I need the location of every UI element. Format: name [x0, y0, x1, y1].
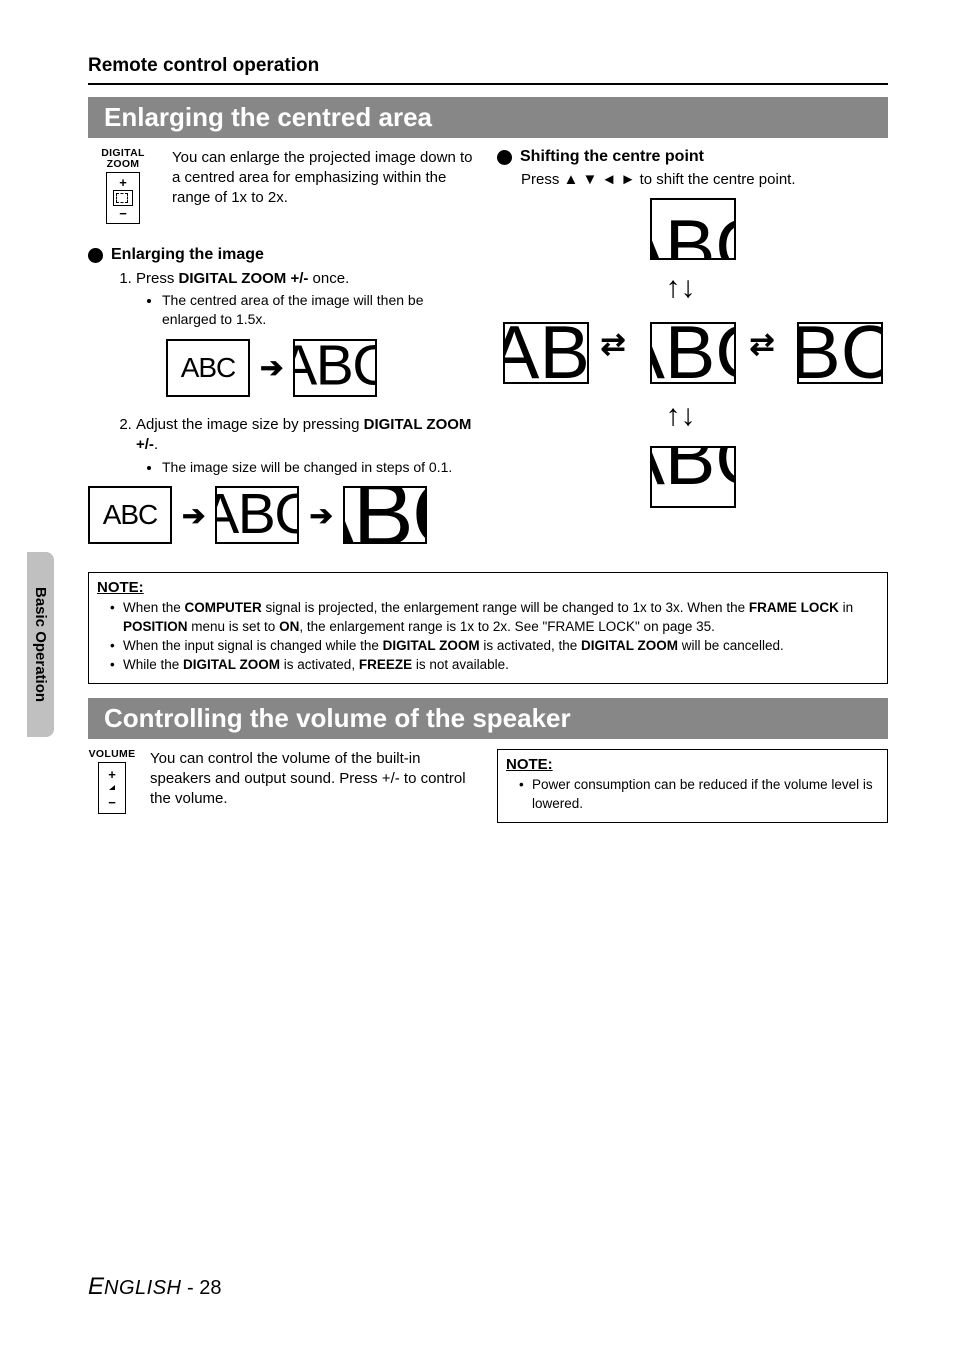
note-list-1: When the COMPUTER signal is projected, t… [123, 599, 877, 674]
step-1-bullets: The centred area of the image will then … [162, 291, 479, 329]
plus-icon: + [119, 176, 127, 189]
plus-icon-2: + [108, 768, 116, 781]
speaker-icon [103, 783, 121, 793]
note-1-item-1: When the COMPUTER signal is projected, t… [123, 599, 877, 635]
step-2-prefix: Adjust the image size by pressing [136, 416, 364, 433]
minus-icon: − [119, 207, 127, 220]
shift-top-text: ABC [650, 204, 736, 260]
step-2-suffix: . [154, 436, 158, 453]
arrow-right-icon-2: ➔ [182, 499, 205, 532]
abc-box-2-med: ABC [215, 486, 299, 544]
section1-intro: You can enlarge the projected image down… [172, 148, 479, 208]
note-list-2: Power consumption can be reduced if the … [532, 776, 877, 812]
note-title-1: NOTE: [97, 579, 877, 596]
step-2-bullets: The image size will be changed in steps … [162, 458, 479, 477]
bullet-icon-2 [497, 150, 512, 165]
abc-box-zoom-med: ABC [293, 339, 377, 397]
footer-lang-initial: E [88, 1273, 104, 1300]
step-1: Press DIGITAL ZOOM +/- once. The centred… [136, 269, 479, 397]
step-1-suffix: once. [308, 270, 349, 287]
side-tab-label: Basic Operation [32, 587, 49, 702]
shift-bottom-box: ABC [650, 446, 736, 508]
note-1-item-3: While the DIGITAL ZOOM is activated, FRE… [123, 656, 877, 674]
arrow-right-icon-3: ➔ [309, 499, 332, 532]
footer-page-number: 28 [199, 1277, 221, 1299]
section2-note-box: NOTE: Power consumption can be reduced i… [497, 749, 888, 822]
digital-zoom-button-icon: + − [106, 172, 140, 224]
step-2-bullet-1: The image size will be changed in steps … [162, 458, 479, 477]
shift-top-box: ABC [650, 198, 736, 260]
shift-arrows-left: ⇄ [601, 330, 626, 360]
shift-center-text: ABC [650, 322, 736, 384]
arrow-keys-icon: ▲ ▼ ◄ ► [564, 171, 636, 188]
shift-arrows-top: ↑↓ [666, 273, 696, 303]
section-enlarging-heading: Enlarging the centred area [88, 97, 888, 138]
shift-desc-suffix: to shift the centre point. [635, 171, 795, 188]
shift-center-box: ABC [650, 322, 736, 384]
note-1-item-2: When the input signal is changed while t… [123, 637, 877, 655]
footer-lang-rest: NGLISH [104, 1277, 181, 1299]
bullet-icon [88, 248, 103, 263]
footer-sep: - [187, 1277, 199, 1299]
enlarging-image-subheading: Enlarging the image [111, 246, 264, 264]
abc-box-2-small: ABC [88, 486, 172, 544]
abc-box-zoom-med-text: ABC [293, 339, 377, 397]
step-1-prefix: Press [136, 270, 179, 287]
volume-button-icon: + − [98, 762, 126, 814]
zoom-frame-icon [113, 190, 133, 206]
abc-box-2-large: ABC [343, 486, 427, 544]
page-footer: ENGLISH - 28 [88, 1273, 222, 1301]
shift-right-box: ABC [797, 322, 883, 384]
abc-box-original: ABC [166, 339, 250, 397]
steps-list: Press DIGITAL ZOOM +/- once. The centred… [136, 269, 479, 476]
shift-arrows-right: ⇄ [750, 330, 775, 360]
section-volume-heading: Controlling the volume of the speaker [88, 698, 888, 739]
abc-box-2-med-text: ABC [215, 486, 299, 544]
shift-right-text: ABC [797, 322, 883, 384]
shift-arrows-bottom: ↑↓ [666, 401, 696, 431]
figure-enlarge-1: ABC ➔ ABC [166, 339, 479, 397]
side-tab: Basic Operation [27, 552, 54, 737]
note-2-item-1: Power consumption can be reduced if the … [532, 776, 877, 812]
arrow-right-icon: ➔ [260, 349, 283, 387]
shift-left-text: ABC [503, 322, 589, 384]
abc-box-2-large-text: ABC [343, 486, 427, 544]
shift-desc-prefix: Press [521, 171, 564, 188]
digital-zoom-button-graphic: DIGITAL ZOOM + − [88, 148, 158, 224]
shift-bottom-text: ABC [650, 446, 736, 502]
shift-left-box: ABC [503, 322, 589, 384]
digital-zoom-button-label: DIGITAL ZOOM [86, 148, 160, 170]
page-title: Remote control operation [88, 55, 888, 77]
shifting-centre-subheading: Shifting the centre point [520, 148, 704, 166]
step-1-bold: DIGITAL ZOOM +/- [179, 270, 309, 287]
section2-intro: You can control the volume of the built-… [150, 749, 479, 809]
minus-icon-2: − [108, 796, 116, 809]
section1-note-box: NOTE: When the COMPUTER signal is projec… [88, 572, 888, 684]
step-2: Adjust the image size by pressing DIGITA… [136, 415, 479, 476]
shift-figure: ABC ABC ABC ABC ABC ↑↓ ↑↓ ⇄ ⇄ [503, 198, 883, 508]
volume-button-graphic: VOLUME + − [88, 749, 136, 814]
figure-enlarge-2: ABC ➔ ABC ➔ ABC [88, 486, 479, 544]
note-title-2: NOTE: [506, 756, 877, 773]
shift-description: Press ▲ ▼ ◄ ► to shift the centre point. [521, 171, 888, 188]
title-rule [88, 83, 888, 85]
volume-button-label: VOLUME [87, 749, 137, 760]
step-1-bullet-1: The centred area of the image will then … [162, 291, 479, 329]
